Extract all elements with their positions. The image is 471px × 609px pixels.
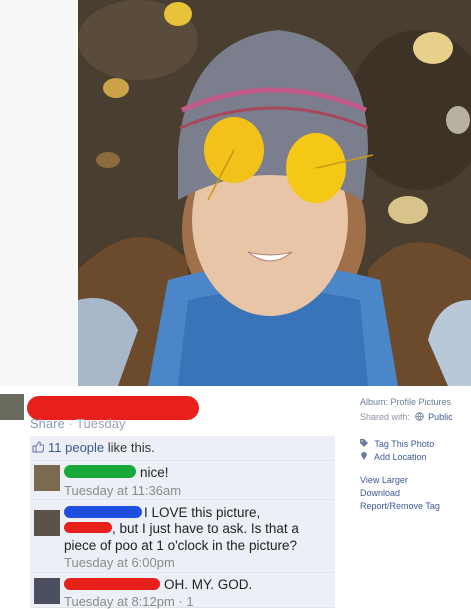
photo-sidebar: Album: Profile Pictures Shared with: Pub…: [360, 396, 471, 513]
comments-panel: 11 people like this. nice! Tuesday at 11…: [30, 436, 335, 609]
privacy-row: Shared with: Public: [360, 411, 471, 424]
redacted-mention: [64, 522, 112, 533]
privacy-setting[interactable]: Public: [428, 412, 453, 422]
tag-photo-link[interactable]: Tag This Photo: [374, 439, 434, 449]
post-date: Tuesday: [76, 416, 126, 431]
redacted-commenter-name: [64, 465, 136, 478]
globe-icon: [413, 412, 429, 422]
left-margin: [0, 0, 78, 386]
location-pin-icon: [360, 452, 374, 462]
commenter-avatar[interactable]: [34, 465, 60, 491]
post-meta: Share · Tuesday: [30, 416, 125, 431]
profile-photo[interactable]: [78, 0, 471, 386]
comment-text-line1: I LOVE this picture,: [144, 505, 261, 520]
comment-text-line3: piece of poo at 1 o'clock in the picture…: [64, 538, 297, 553]
tag-photo-action[interactable]: Tag This Photo: [360, 438, 471, 451]
tag-icon: [360, 439, 374, 449]
likes-suffix: like this.: [104, 440, 155, 455]
download-link[interactable]: Download: [360, 487, 471, 500]
comment-item: OH. MY. GOD. Tuesday at 8:12pm · 1: [30, 573, 335, 609]
commenter-avatar[interactable]: [34, 578, 60, 604]
comment-item: I LOVE this picture, , but I just have t…: [30, 500, 335, 573]
commenter-avatar[interactable]: [34, 510, 60, 536]
like-thumb-icon: [32, 437, 45, 453]
comment-timestamp[interactable]: Tuesday at 8:12pm · 1: [64, 594, 194, 609]
comment-text: OH. MY. GOD.: [164, 577, 253, 592]
likes-count-link[interactable]: 11 people: [48, 440, 104, 455]
view-larger-link[interactable]: View Larger: [360, 474, 471, 487]
likes-row: 11 people like this.: [30, 436, 335, 461]
comment-timestamp[interactable]: Tuesday at 11:36am: [64, 483, 181, 498]
comment-text-line2: , but I just have to ask. Is that a: [112, 521, 299, 536]
poster-avatar[interactable]: [0, 394, 24, 420]
comment-text: nice!: [140, 465, 169, 480]
redacted-commenter-name: [64, 578, 160, 590]
comment-timestamp[interactable]: Tuesday at 6:00pm: [64, 555, 175, 570]
album-info: Album: Profile Pictures: [360, 397, 452, 407]
add-location-action[interactable]: Add Location: [360, 451, 471, 464]
redacted-commenter-name: [64, 506, 142, 518]
meta-separator: ·: [68, 416, 73, 431]
report-remove-tag-link[interactable]: Report/Remove Tag: [360, 500, 471, 513]
shared-with-label: Shared with:: [360, 412, 411, 422]
add-location-link[interactable]: Add Location: [374, 452, 427, 462]
comment-item: nice! Tuesday at 11:36am: [30, 461, 335, 500]
share-link[interactable]: Share: [30, 416, 65, 431]
